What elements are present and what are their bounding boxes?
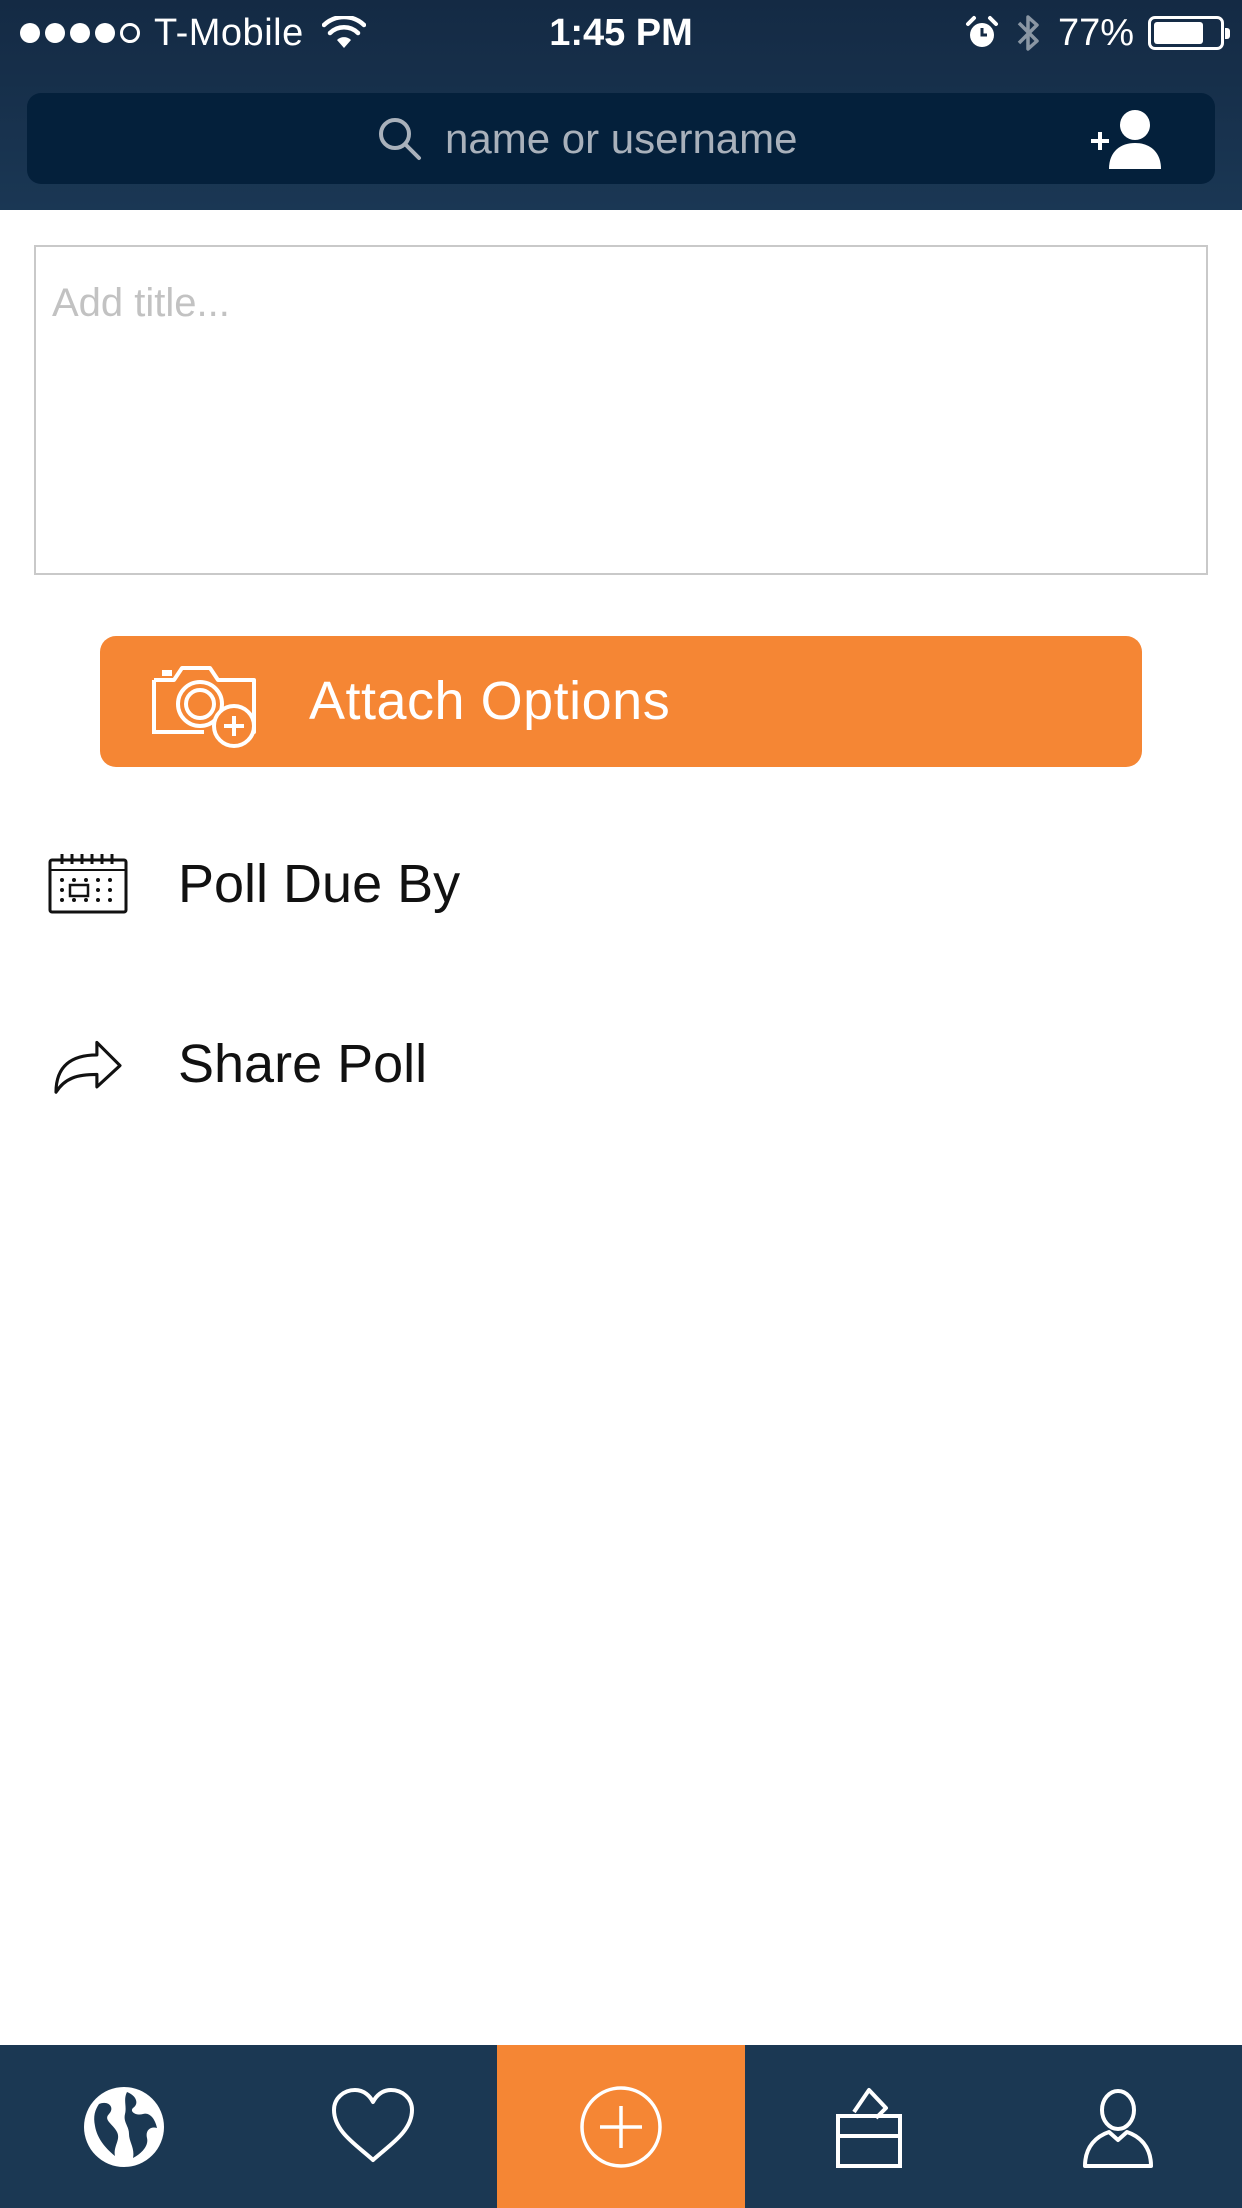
bluetooth-icon [1017, 15, 1039, 51]
search-input[interactable] [445, 114, 865, 163]
heart-icon [331, 2087, 414, 2162]
add-user-icon[interactable] [1089, 107, 1163, 171]
battery-icon [1148, 16, 1230, 50]
tab-vote[interactable] [745, 2045, 993, 2208]
attach-options-label: Attach Options [309, 671, 671, 731]
header: T-Mobile 1:45 PM 77% [0, 0, 1242, 210]
battery-fill [1154, 22, 1204, 44]
title-input[interactable] [34, 245, 1208, 575]
share-arrow-icon [54, 1040, 122, 1094]
attach-options-button[interactable]: Attach Options [100, 636, 1142, 767]
tab-favorites[interactable] [248, 2045, 496, 2208]
search-icon [379, 117, 421, 160]
tab-profile[interactable] [994, 2045, 1242, 2208]
camera-add-icon [152, 666, 256, 748]
profile-icon [1082, 2088, 1153, 2168]
poll-due-by-row[interactable]: Poll Due By [0, 824, 1242, 944]
tab-explore[interactable] [0, 2045, 248, 2208]
poll-due-by-label: Poll Due By [178, 854, 461, 914]
share-poll-row[interactable]: Share Poll [0, 1004, 1242, 1124]
ballot-box-icon [836, 2087, 903, 2168]
battery-percent: 77% [1057, 11, 1134, 54]
globe-icon [84, 2086, 165, 2167]
plus-circle-icon [580, 2085, 662, 2168]
create-poll-screen: T-Mobile 1:45 PM 77% name or username Ad… [0, 0, 1242, 2208]
tab-bar [0, 2045, 1242, 2208]
status-bar: T-Mobile 1:45 PM 77% [0, 0, 1242, 66]
alarm-icon [965, 16, 998, 47]
tab-create[interactable] [496, 2045, 746, 2208]
share-poll-label: Share Poll [178, 1034, 428, 1094]
status-right: 77% [964, 10, 1230, 56]
search-bar [27, 93, 1215, 184]
calendar-icon [48, 854, 128, 914]
